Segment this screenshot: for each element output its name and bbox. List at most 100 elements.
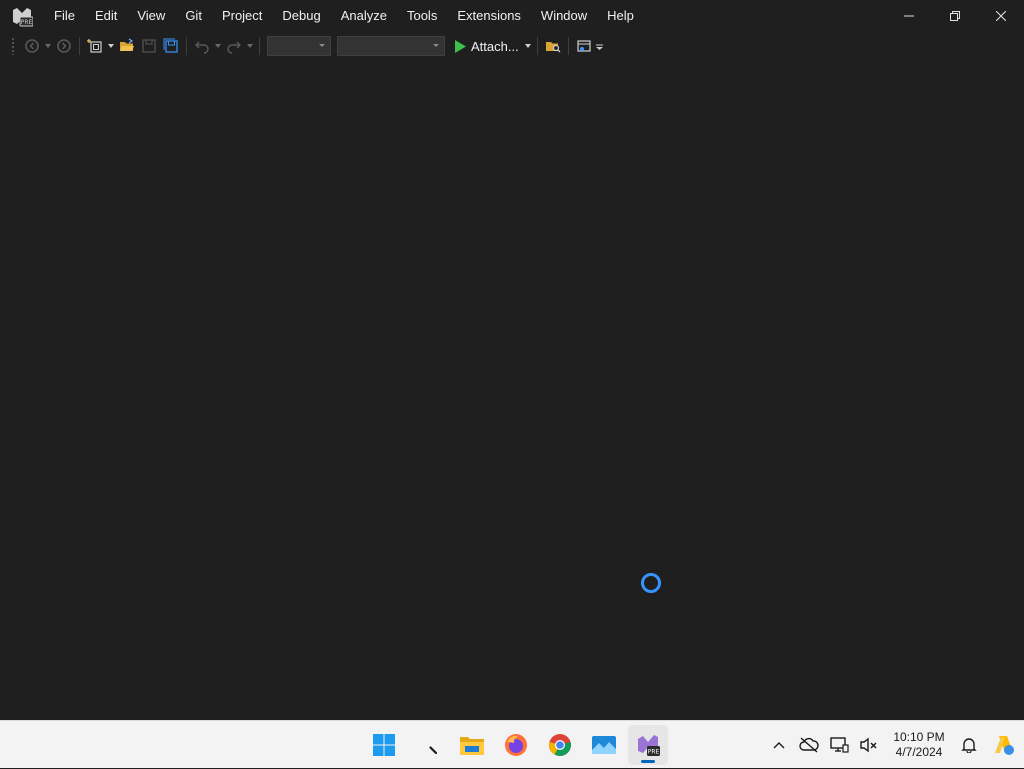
minimize-button[interactable] xyxy=(886,0,932,32)
volume-button[interactable] xyxy=(854,725,884,765)
taskbar-file-explorer[interactable] xyxy=(452,725,492,765)
menu-project[interactable]: Project xyxy=(212,0,272,32)
network-button[interactable] xyxy=(824,725,854,765)
toolbar-separator xyxy=(79,37,80,55)
folder-icon xyxy=(460,737,484,755)
taskbar-logo-badge-text: PRE xyxy=(648,749,660,756)
taskbar: PRE 10:10 PM 4/7/2024 xyxy=(0,720,1024,768)
save-all-icon xyxy=(163,38,178,53)
toolbar-separator xyxy=(259,37,260,55)
forward-circle-icon xyxy=(57,39,71,53)
chevron-down-icon xyxy=(247,44,253,48)
taskbar-visual-studio[interactable]: PRE xyxy=(628,725,668,765)
notifications-button[interactable] xyxy=(954,725,984,765)
chevron-up-icon xyxy=(773,742,785,749)
chrome-icon xyxy=(549,734,571,756)
window-layout-icon xyxy=(577,40,591,52)
clock-date: 4/7/2024 xyxy=(895,745,943,759)
system-tray: 10:10 PM 4/7/2024 xyxy=(764,721,1024,769)
open-file-button[interactable] xyxy=(116,35,138,57)
visual-studio-preview-icon: PRE xyxy=(638,735,660,756)
new-project-icon xyxy=(87,39,102,53)
close-button[interactable] xyxy=(978,0,1024,32)
window-controls xyxy=(886,0,1024,32)
windows-start-icon xyxy=(373,734,395,756)
photos-icon xyxy=(592,736,616,754)
restore-icon xyxy=(950,11,960,21)
solution-configuration-combo[interactable] xyxy=(267,36,331,56)
menu-edit[interactable]: Edit xyxy=(85,0,127,32)
chevron-down-icon xyxy=(108,44,114,48)
attach-debugger-button[interactable]: Attach... xyxy=(448,35,523,57)
attach-dropdown[interactable] xyxy=(523,35,533,57)
cloud-offline-button[interactable] xyxy=(794,725,824,765)
menu-analyze[interactable]: Analyze xyxy=(331,0,397,32)
copilot-icon xyxy=(995,736,1014,755)
new-project-button[interactable] xyxy=(84,35,106,57)
firefox-icon xyxy=(505,734,527,756)
show-hidden-icons-button[interactable] xyxy=(764,725,794,765)
active-app-indicator xyxy=(641,760,655,763)
standard-toolbar: Attach... xyxy=(0,32,1024,60)
menu-file[interactable]: File xyxy=(44,0,85,32)
toolbar-separator xyxy=(536,37,538,55)
taskbar-firefox[interactable] xyxy=(496,725,536,765)
chevron-down-icon xyxy=(215,44,221,48)
find-in-files-button[interactable] xyxy=(542,35,564,57)
menu-tools[interactable]: Tools xyxy=(397,0,447,32)
taskbar-clock[interactable]: 10:10 PM 4/7/2024 xyxy=(888,730,950,760)
redo-icon xyxy=(227,41,241,54)
redo-button[interactable] xyxy=(223,35,245,57)
toolbar-options-dropdown[interactable] xyxy=(595,35,605,57)
back-circle-icon xyxy=(25,39,39,53)
menu-help[interactable]: Help xyxy=(597,0,644,32)
toolbar-separator xyxy=(567,37,569,55)
chevron-down-icon xyxy=(319,44,325,47)
close-icon xyxy=(996,11,1006,21)
windows-start-button[interactable] xyxy=(364,725,404,765)
navigate-back-button[interactable] xyxy=(21,35,43,57)
save-button[interactable] xyxy=(138,35,160,57)
play-icon xyxy=(455,39,466,53)
search-icon xyxy=(419,736,438,755)
menu-view[interactable]: View xyxy=(127,0,175,32)
undo-icon xyxy=(195,41,209,54)
network-ethernet-icon xyxy=(830,737,849,753)
attach-label: Attach... xyxy=(471,38,519,54)
cloud-offline-icon xyxy=(799,737,819,753)
logo-badge-text: PRE xyxy=(21,19,33,26)
toolbar-overflow-icon xyxy=(596,44,604,50)
save-all-button[interactable] xyxy=(160,35,182,57)
redo-dropdown[interactable] xyxy=(245,35,255,57)
taskbar-photos[interactable] xyxy=(584,725,624,765)
folder-search-icon xyxy=(545,42,561,53)
menu-bar: File Edit View Git Project Debug Analyze… xyxy=(44,0,644,32)
menu-extensions[interactable]: Extensions xyxy=(447,0,531,32)
minimize-icon xyxy=(904,15,914,17)
chevron-down-icon xyxy=(524,44,531,48)
menu-debug[interactable]: Debug xyxy=(272,0,330,32)
window-layout-button[interactable] xyxy=(573,35,595,57)
visual-studio-logo-icon[interactable]: PRE xyxy=(11,5,34,27)
toolbar-separator xyxy=(186,37,187,55)
undo-dropdown[interactable] xyxy=(213,35,223,57)
menu-window[interactable]: Window xyxy=(531,0,597,32)
solution-platform-combo[interactable] xyxy=(337,36,445,56)
menu-git[interactable]: Git xyxy=(175,0,212,32)
taskbar-search-button[interactable] xyxy=(408,725,448,765)
copilot-button[interactable] xyxy=(984,725,1024,765)
new-project-dropdown[interactable] xyxy=(106,35,116,57)
taskbar-chrome[interactable] xyxy=(540,725,580,765)
navigate-back-dropdown[interactable] xyxy=(43,35,53,57)
title-bar: PRE File Edit View Git Project Debug Ana… xyxy=(0,0,1024,32)
loading-spinner-icon xyxy=(641,573,661,593)
restore-button[interactable] xyxy=(932,0,978,32)
save-disabled-icon xyxy=(142,39,156,53)
chevron-down-icon xyxy=(45,44,51,48)
taskbar-apps: PRE xyxy=(362,725,670,765)
navigate-forward-button[interactable] xyxy=(53,35,75,57)
undo-button[interactable] xyxy=(191,35,213,57)
toolbar-grip[interactable] xyxy=(11,37,15,55)
bell-icon xyxy=(961,738,977,753)
open-folder-icon xyxy=(120,38,134,51)
